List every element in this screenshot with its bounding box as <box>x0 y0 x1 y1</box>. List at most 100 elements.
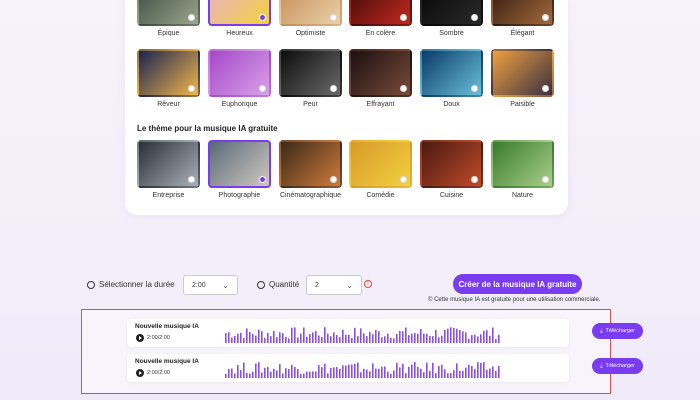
waveform-bar <box>231 337 233 343</box>
waveform-bar <box>429 335 431 343</box>
tile-image <box>420 49 483 97</box>
waveform-bar <box>348 334 350 343</box>
waveform-bar <box>258 329 260 343</box>
tile-élégant[interactable]: Élégant <box>491 0 554 37</box>
waveform-bar <box>276 337 278 343</box>
tile-label: Entreprise <box>152 192 185 199</box>
tile-image <box>420 140 483 188</box>
tile-sombre[interactable]: Sombre <box>420 0 483 37</box>
tile-nature[interactable]: Nature <box>491 140 554 199</box>
tile-doux[interactable]: Doux <box>420 49 483 108</box>
radio-indicator <box>259 176 266 183</box>
waveform[interactable] <box>225 325 503 343</box>
waveform-bar <box>318 335 320 343</box>
tile-peur[interactable]: Peur <box>279 49 342 108</box>
tile-entreprise[interactable]: Entreprise <box>137 140 200 199</box>
waveform-bar <box>402 331 404 343</box>
radio-indicator <box>259 14 266 21</box>
waveform-bar <box>318 365 320 378</box>
tile-effrayant[interactable]: Effrayant <box>349 49 412 108</box>
waveform-bar <box>321 336 323 343</box>
waveform-bar <box>447 328 449 343</box>
waveform-bar <box>456 328 458 343</box>
tile-label: Peur <box>303 101 318 108</box>
tile-label: Euphorique <box>221 101 258 108</box>
waveform-bar <box>249 331 251 343</box>
tile-heureux[interactable]: Heureux <box>208 0 271 37</box>
waveform-bar <box>453 327 455 343</box>
tile-label: Heureux <box>226 30 253 37</box>
quantity-icon <box>257 280 265 289</box>
waveform-bar <box>309 371 311 378</box>
theme-section-title: Le thème pour la musique IA gratuite <box>137 124 278 133</box>
waveform-bar <box>444 329 446 343</box>
waveform-bar <box>468 364 470 378</box>
waveform-bar <box>378 331 380 343</box>
radio-indicator <box>330 14 337 21</box>
waveform-bar <box>228 332 230 343</box>
waveform-bar <box>342 365 344 378</box>
download-button[interactable]: ⤓ Télécharger <box>592 323 643 339</box>
tile-label: Paisible <box>510 101 535 108</box>
waveform-bar <box>333 367 335 378</box>
play-icon[interactable] <box>136 334 144 342</box>
download-icon: ⤓ <box>600 362 603 369</box>
waveform-bar <box>483 330 485 343</box>
waveform-bar <box>303 327 305 343</box>
info-icon[interactable]: ! <box>364 280 372 288</box>
download-button[interactable]: ⤓ Télécharger <box>592 358 643 374</box>
waveform-bar <box>489 368 491 378</box>
radio-indicator <box>542 176 549 183</box>
tile-épique[interactable]: Épique <box>137 0 200 37</box>
tile-photographie[interactable]: Photographie <box>208 140 271 199</box>
tile-label: Photographie <box>218 192 261 199</box>
waveform-bar <box>450 327 452 343</box>
tile-cuisine[interactable]: Cuisine <box>420 140 483 199</box>
waveform-bar <box>375 329 377 343</box>
waveform-bar <box>267 333 269 343</box>
tile-comédie[interactable]: Comédie <box>349 140 412 199</box>
waveform-bar <box>423 333 425 343</box>
waveform-bar <box>393 338 395 343</box>
tile-label: Cinématographique <box>279 192 342 199</box>
waveform-bar <box>414 362 416 378</box>
quantity-select[interactable]: 2 ⌄ <box>306 275 362 295</box>
waveform-bar <box>468 338 470 343</box>
tile-euphorique[interactable]: Euphorique <box>208 49 271 108</box>
tile-paisible[interactable]: Paisible <box>491 49 554 108</box>
waveform-bar <box>360 372 362 378</box>
waveform-bar <box>420 368 422 378</box>
waveform-bar <box>345 365 347 378</box>
waveform-bar <box>270 371 272 378</box>
tile-en-colère[interactable]: En colère <box>349 0 412 37</box>
waveform-bar <box>408 335 410 343</box>
waveform-bar <box>438 365 440 378</box>
tile-rêveur[interactable]: Rêveur <box>137 49 200 108</box>
duration-select[interactable]: 2:00 ⌄ <box>183 275 238 295</box>
waveform-bar <box>498 365 500 378</box>
radio-indicator <box>330 176 337 183</box>
waveform-bar <box>300 333 302 343</box>
chevron-down-icon: ⌄ <box>346 280 353 290</box>
waveform-bar <box>249 373 251 378</box>
create-music-button[interactable]: Créer de la musique IA gratuite <box>453 274 582 294</box>
waveform-bar <box>405 327 407 343</box>
tile-optimiste[interactable]: Optimiste <box>279 0 342 37</box>
tile-image <box>420 0 483 26</box>
play-icon[interactable] <box>136 369 144 377</box>
waveform-bar <box>285 336 287 343</box>
waveform-bar <box>225 373 227 378</box>
tile-cinématographique[interactable]: Cinématographique <box>279 140 342 199</box>
waveform-bar <box>495 370 497 378</box>
tile-image <box>349 140 412 188</box>
waveform-bar <box>384 336 386 343</box>
waveform-bar <box>372 363 374 378</box>
radio-indicator <box>188 85 195 92</box>
waveform-bar <box>378 368 380 378</box>
waveform-bar <box>450 373 452 378</box>
waveform-bar <box>330 336 332 343</box>
waveform[interactable] <box>225 360 503 378</box>
tile-image <box>208 140 271 188</box>
waveform-bar <box>411 364 413 378</box>
waveform-bar <box>267 366 269 378</box>
